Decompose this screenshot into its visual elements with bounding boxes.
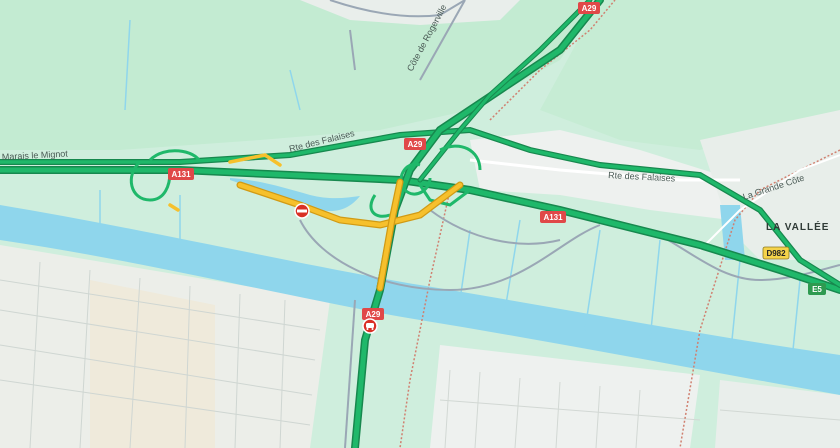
svg-text:A131: A131 [543, 213, 563, 222]
shield-a131-east[interactable]: A131 [540, 211, 566, 223]
shield-a29-south[interactable]: A29 [362, 308, 384, 320]
shield-d982[interactable]: D982 [762, 246, 790, 260]
svg-text:A29: A29 [408, 140, 423, 149]
shield-e5[interactable]: E5 [808, 283, 826, 295]
svg-text:A29: A29 [366, 310, 381, 319]
svg-text:A29: A29 [582, 4, 597, 13]
svg-text:D982: D982 [766, 249, 786, 258]
incident-icon[interactable] [362, 318, 378, 334]
urban-beige-block [90, 280, 215, 448]
shield-a29-mid[interactable]: A29 [404, 138, 426, 150]
road-closed-icon[interactable] [294, 203, 310, 219]
map-canvas[interactable]: Marais le Mignot Rte des Falaises Rte de… [0, 0, 840, 448]
svg-text:A131: A131 [171, 170, 191, 179]
shield-a131-west[interactable]: A131 [168, 168, 194, 180]
shield-a29-top[interactable]: A29 [578, 2, 600, 14]
label-la-vallee: LA VALLÉE [766, 220, 829, 233]
svg-text:E5: E5 [812, 285, 822, 294]
